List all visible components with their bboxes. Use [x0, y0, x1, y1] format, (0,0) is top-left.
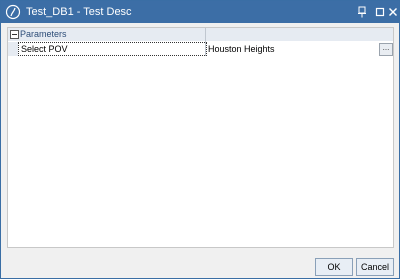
- title-bar[interactable]: Test_DB1 - Test Desc: [1, 1, 399, 23]
- close-icon[interactable]: [386, 4, 400, 20]
- property-row-select-pov[interactable]: Select POV Houston Heights ...: [8, 42, 393, 56]
- ellipsis-button[interactable]: ...: [379, 43, 393, 56]
- ok-button[interactable]: OK: [315, 258, 353, 276]
- app-logo-icon: [5, 4, 21, 20]
- row-gutter: [8, 42, 18, 56]
- property-value[interactable]: Houston Heights: [208, 42, 373, 56]
- cancel-button[interactable]: Cancel: [356, 258, 394, 276]
- category-label: Parameters: [20, 29, 67, 39]
- window-title: Test_DB1 - Test Desc: [26, 6, 132, 18]
- property-name[interactable]: Select POV: [18, 42, 207, 56]
- pin-icon[interactable]: [355, 4, 369, 20]
- maximize-icon[interactable]: [373, 4, 387, 20]
- category-row-parameters[interactable]: Parameters: [8, 28, 393, 41]
- property-grid-panel: Parameters Select POV Houston Heights ..…: [7, 27, 394, 248]
- collapse-icon[interactable]: [10, 30, 19, 39]
- dialog-window: Test_DB1 - Test Desc Parameters Select P…: [0, 0, 400, 279]
